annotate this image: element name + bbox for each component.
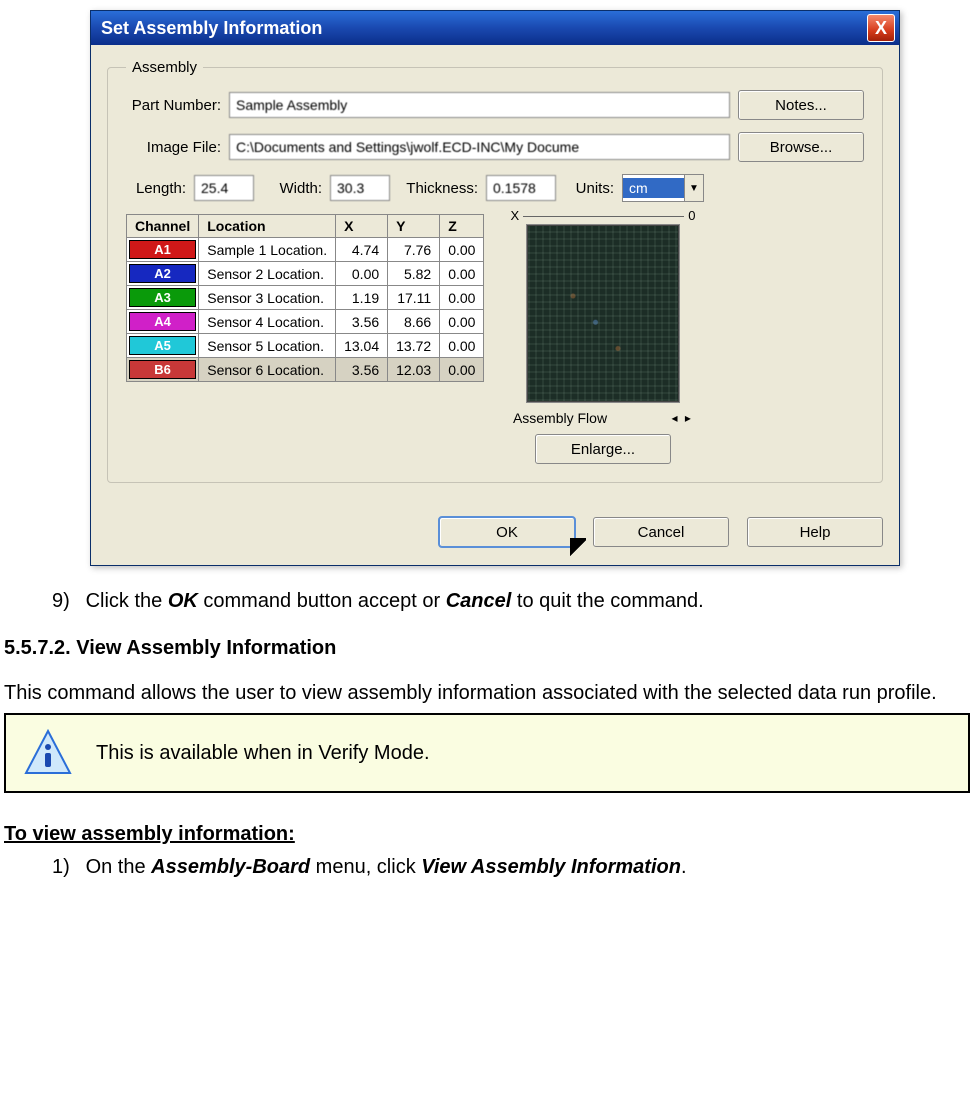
command-name: View Assembly Information bbox=[421, 856, 681, 878]
location-cell: Sensor 4 Location. bbox=[199, 310, 336, 334]
x-cell: 3.56 bbox=[336, 358, 388, 382]
table-header: Channel bbox=[127, 215, 199, 238]
y-cell: 7.76 bbox=[388, 238, 440, 262]
assembly-preview: X 0 Assembly Flow ◂ ▸ Enlarge... bbox=[510, 208, 695, 464]
location-cell: Sensor 2 Location. bbox=[199, 262, 336, 286]
info-icon bbox=[24, 729, 72, 777]
table-header: Z bbox=[440, 215, 484, 238]
location-cell: Sample 1 Location. bbox=[199, 238, 336, 262]
channel-badge: A2 bbox=[129, 264, 196, 283]
section-paragraph: This command allows the user to view ass… bbox=[4, 680, 970, 707]
z-cell: 0.00 bbox=[440, 334, 484, 358]
step-9: 9) Click the OK command button accept or… bbox=[52, 588, 970, 615]
help-button[interactable]: Help bbox=[747, 517, 883, 547]
channel-badge: A1 bbox=[129, 240, 196, 259]
section-heading: 5.5.7.2. View Assembly Information bbox=[4, 637, 970, 660]
channel-badge: B6 bbox=[129, 360, 196, 379]
z-cell: 0.00 bbox=[440, 358, 484, 382]
y-cell: 5.82 bbox=[388, 262, 440, 286]
table-row[interactable]: A5Sensor 5 Location.13.0413.720.00 bbox=[127, 334, 484, 358]
thickness-label: Thickness: bbox=[398, 180, 478, 197]
x-cell: 4.74 bbox=[336, 238, 388, 262]
z-cell: 0.00 bbox=[440, 262, 484, 286]
units-select[interactable]: cm ▼ bbox=[622, 174, 704, 202]
titlebar: Set Assembly Information X bbox=[91, 11, 899, 45]
axis-x-label: X bbox=[510, 208, 519, 223]
channel-badge: A5 bbox=[129, 336, 196, 355]
assembly-fieldset: Assembly Part Number: Sample Assembly No… bbox=[107, 59, 883, 483]
width-input[interactable]: 30.3 bbox=[330, 175, 390, 201]
units-label: Units: bbox=[564, 180, 614, 197]
table-row[interactable]: A4Sensor 4 Location.3.568.660.00 bbox=[127, 310, 484, 334]
location-cell: Sensor 3 Location. bbox=[199, 286, 336, 310]
image-file-input[interactable]: C:\Documents and Settings\jwolf.ECD-INC\… bbox=[229, 134, 730, 160]
chevron-down-icon: ▼ bbox=[684, 175, 703, 201]
flow-arrows-icon[interactable]: ◂ ▸ bbox=[672, 411, 693, 425]
table-header: Location bbox=[199, 215, 336, 238]
subheading: To view assembly information: bbox=[4, 823, 970, 846]
z-cell: 0.00 bbox=[440, 238, 484, 262]
table-row[interactable]: A2Sensor 2 Location.0.005.820.00 bbox=[127, 262, 484, 286]
part-number-label: Part Number: bbox=[126, 97, 221, 114]
table-row[interactable]: A1Sample 1 Location.4.747.760.00 bbox=[127, 238, 484, 262]
part-number-input[interactable]: Sample Assembly bbox=[229, 92, 730, 118]
dialog-set-assembly-information: Set Assembly Information X Assembly Part… bbox=[90, 10, 900, 566]
width-label: Width: bbox=[262, 180, 322, 197]
table-row[interactable]: A3Sensor 3 Location.1.1917.110.00 bbox=[127, 286, 484, 310]
length-input[interactable]: 25.4 bbox=[194, 175, 254, 201]
x-cell: 3.56 bbox=[336, 310, 388, 334]
units-value: cm bbox=[623, 178, 684, 198]
x-cell: 1.19 bbox=[336, 286, 388, 310]
table-header: X bbox=[336, 215, 388, 238]
y-cell: 8.66 bbox=[388, 310, 440, 334]
channel-badge: A4 bbox=[129, 312, 196, 331]
table-header: Y bbox=[388, 215, 440, 238]
pcb-image bbox=[527, 225, 679, 402]
notes-button[interactable]: Notes... bbox=[738, 90, 864, 120]
dialog-title: Set Assembly Information bbox=[101, 18, 322, 39]
z-cell: 0.00 bbox=[440, 310, 484, 334]
image-file-label: Image File: bbox=[126, 139, 221, 156]
menu-name: Assembly-Board bbox=[151, 856, 310, 878]
cancel-button[interactable]: Cancel bbox=[593, 517, 729, 547]
y-cell: 13.72 bbox=[388, 334, 440, 358]
channel-badge: A3 bbox=[129, 288, 196, 307]
assembly-flow-label: Assembly Flow bbox=[513, 410, 607, 426]
ok-button[interactable]: OK bbox=[439, 517, 575, 547]
thickness-input[interactable]: 0.1578 bbox=[486, 175, 556, 201]
z-cell: 0.00 bbox=[440, 286, 484, 310]
step9-ok: OK bbox=[168, 590, 198, 612]
fieldset-legend: Assembly bbox=[126, 59, 203, 76]
location-cell: Sensor 6 Location. bbox=[199, 358, 336, 382]
channels-table[interactable]: ChannelLocationXYZ A1Sample 1 Location.4… bbox=[126, 214, 484, 382]
step9-cancel: Cancel bbox=[446, 590, 512, 612]
table-row[interactable]: B6Sensor 6 Location.3.5612.030.00 bbox=[127, 358, 484, 382]
close-icon[interactable]: X bbox=[867, 14, 895, 42]
location-cell: Sensor 5 Location. bbox=[199, 334, 336, 358]
note-text: This is available when in Verify Mode. bbox=[96, 742, 430, 765]
axis-origin-label: 0 bbox=[688, 208, 695, 223]
step9-text: Click the bbox=[86, 590, 168, 612]
y-cell: 17.11 bbox=[388, 286, 440, 310]
enlarge-button[interactable]: Enlarge... bbox=[535, 434, 671, 464]
info-note: This is available when in Verify Mode. bbox=[4, 713, 970, 793]
browse-button[interactable]: Browse... bbox=[738, 132, 864, 162]
length-label: Length: bbox=[126, 180, 186, 197]
y-cell: 12.03 bbox=[388, 358, 440, 382]
step-1: 1) On the Assembly-Board menu, click Vie… bbox=[52, 854, 970, 881]
x-cell: 13.04 bbox=[336, 334, 388, 358]
x-cell: 0.00 bbox=[336, 262, 388, 286]
